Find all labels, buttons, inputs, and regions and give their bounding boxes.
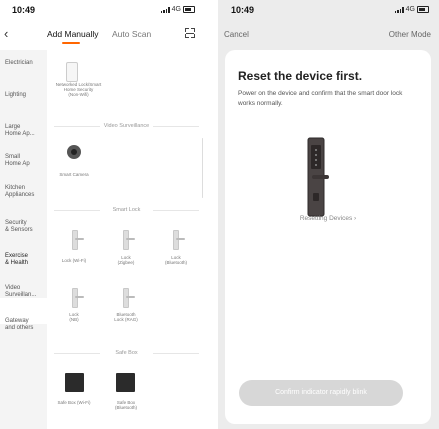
sidebar-item-security[interactable]: Security & Sensors [5,220,47,234]
add-device-screen: 10:49 4G ‹ Add Manually Auto Scan Electr… [0,0,205,429]
device-label-safe-wifi[interactable]: Safe Box (Wi-Fi) [50,400,98,405]
resetting-devices-link[interactable]: Resetting Devices › [225,215,431,222]
signal-icon [160,6,170,13]
reset-device-screen: 10:49 4G Cancel Other Mode Reset the dev… [218,0,439,429]
status-bar: 10:49 4G [0,0,205,18]
sidebar-item-electrician[interactable]: Electrician [5,60,47,67]
scan-icon[interactable] [185,28,195,38]
battery-icon [183,6,195,13]
tab-add-manually[interactable]: Add Manually [47,29,99,39]
sidebar-item-small-home[interactable]: Small Home Ap [5,154,47,168]
screen-divider [205,0,218,429]
sidebar-item-lighting[interactable]: Lighting [5,92,47,99]
status-icons-right: 4G [394,6,429,13]
category-sidebar: Electrician Lighting Large Home Ap... Sm… [0,50,47,429]
cancel-button[interactable]: Cancel [224,30,249,39]
status-icons: 4G [160,6,195,13]
device-label-lock-nb[interactable]: Lock (NB) [54,312,94,322]
device-list: Networked Lock/Smart Home Security (Non-… [48,50,205,429]
top-nav: ‹ Add Manually Auto Scan [0,26,205,44]
sidebar-item-exercise[interactable]: Exercise & Health [5,253,47,267]
scrollbar[interactable] [201,138,203,198]
sensor-device-icon [66,62,78,82]
network-type: 4G [171,6,181,13]
lock-zigbee-icon [123,230,135,250]
camera-icon [67,145,81,159]
section-header-smart-lock: Smart Lock [54,207,199,213]
sidebar-item-gateway[interactable]: Gateway and others [5,318,47,332]
reset-card: Reset the device first. Power on the dev… [225,50,431,424]
device-label-safe-bluetooth[interactable]: Safe Box (Bluetooth) [104,400,148,410]
lock-wifi-icon [72,230,84,250]
safe-box-bluetooth-icon [116,373,135,392]
device-label-camera[interactable]: Smart Camera [54,172,94,177]
reset-description: Power on the device and confirm that the… [238,90,403,107]
reset-header: Cancel Other Mode [218,28,439,42]
sidebar-item-kitchen[interactable]: Kitchen Appliances [5,185,47,199]
status-bar-right: 10:49 4G [218,0,439,18]
safe-box-wifi-icon [65,373,84,392]
lock-bluetooth-icon [173,230,185,250]
back-icon[interactable]: ‹ [4,26,8,41]
network-type-right: 4G [405,6,415,13]
status-time: 10:49 [12,5,36,15]
device-label-lock-wifi[interactable]: Lock (Wi-Fi) [54,258,94,263]
door-lock-illustration [307,137,329,217]
lock-rag-icon [123,288,135,308]
signal-icon [394,6,404,13]
status-time-right: 10:49 [231,5,255,15]
lock-nb-icon [72,288,84,308]
battery-icon [417,6,429,13]
device-label-top[interactable]: Networked Lock/Smart Home Security (Non-… [51,82,106,97]
section-header-safe-box: Safe Box [54,350,199,356]
sidebar-item-large-home[interactable]: Large Home Ap... [5,124,47,138]
confirm-blink-button[interactable]: Confirm indicator rapidly blink [239,380,403,406]
tab-auto-scan[interactable]: Auto Scan [112,29,151,39]
other-mode-button[interactable]: Other Mode [389,30,431,39]
active-tab-indicator [62,42,80,44]
device-label-lock-zigbee[interactable]: Lock (Zigbee) [106,255,146,265]
reset-title: Reset the device first. [238,69,363,83]
device-label-lock-bluetooth[interactable]: Lock (Bluetooth) [156,255,196,265]
sidebar-item-video[interactable]: Video Surveillan... [5,285,47,299]
section-header-video: Video Surveillance [54,123,199,129]
device-label-lock-rag[interactable]: Bluetooth Lock (RAG) [106,312,146,322]
